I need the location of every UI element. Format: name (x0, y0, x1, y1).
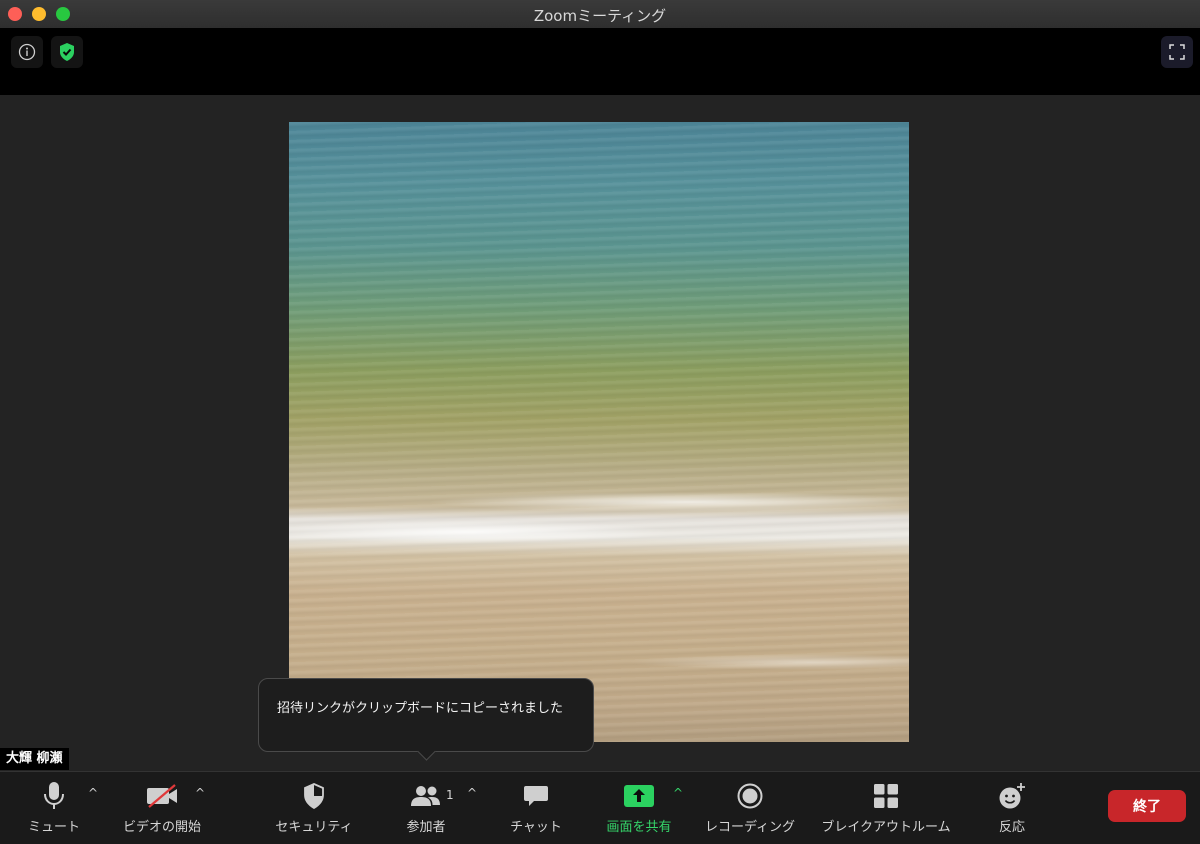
breakout-rooms-button[interactable]: ブレイクアウトルーム (816, 772, 956, 838)
participants-button[interactable]: 参加者 (400, 772, 452, 838)
microphone-icon (44, 782, 64, 809)
mute-label: ミュート (27, 820, 80, 835)
chat-bubble-icon (524, 786, 548, 806)
security-button[interactable]: セキュリティ (272, 772, 356, 838)
reaction-emoji-icon (999, 783, 1025, 809)
chat-button[interactable]: チャット (506, 772, 566, 838)
participants-label: 参加者 (406, 820, 446, 835)
toast-message: 招待リンクがクリップボードにコピーされました (277, 701, 564, 716)
zoom-window: Zoomミーティング 大輝 柳瀬 招待リンクがクリップボードにコピーされました (0, 0, 1200, 844)
share-screen-button[interactable]: 画面を共有 (600, 772, 678, 838)
start-video-button[interactable]: ビデオの開始 (120, 772, 204, 838)
security-shield-icon (304, 783, 324, 809)
title-bar: Zoomミーティング (0, 0, 1200, 29)
video-off-icon (147, 784, 177, 808)
record-icon (737, 783, 763, 809)
share-options-caret[interactable]: ^ (671, 786, 685, 800)
reactions-button[interactable]: 反応 (988, 772, 1036, 838)
reactions-label: 反応 (998, 820, 1025, 835)
window-title: Zoomミーティング (533, 7, 667, 25)
share-screen-icon (624, 785, 654, 807)
end-meeting-button[interactable]: 終了 (1108, 790, 1186, 822)
video-stage: 大輝 柳瀬 (0, 95, 1200, 771)
invite-copied-toast: 招待リンクがクリップボードにコピーされました (258, 678, 594, 761)
meeting-toolbar: ミュート ^ ビデオの開始 ^ セキュリティ 参加者 1 ^ チャット 画面を共… (0, 771, 1200, 844)
security-label: セキュリティ (275, 820, 353, 835)
mute-button[interactable]: ミュート (24, 772, 84, 838)
video-options-caret[interactable]: ^ (193, 786, 207, 800)
participants-icon (411, 786, 440, 806)
participant-name-tag: 大輝 柳瀬 (0, 748, 69, 770)
shield-check-icon (60, 43, 74, 61)
participants-options-caret[interactable]: ^ (465, 786, 479, 800)
info-icon (18, 43, 36, 61)
record-button[interactable]: レコーディング (702, 772, 798, 838)
audio-options-caret[interactable]: ^ (86, 786, 100, 800)
breakout-rooms-label: ブレイクアウトルーム (821, 820, 951, 835)
meeting-top-bar (0, 28, 1200, 95)
start-video-label: ビデオの開始 (122, 820, 201, 835)
participants-count: 1 (446, 788, 454, 802)
chat-label: チャット (510, 820, 562, 835)
breakout-grid-icon (874, 784, 898, 808)
fullscreen-icon (1169, 44, 1185, 60)
encryption-button[interactable] (51, 36, 83, 68)
fullscreen-button[interactable] (1161, 36, 1193, 68)
share-screen-label: 画面を共有 (606, 820, 672, 835)
meeting-info-button[interactable] (11, 36, 43, 68)
shared-video-beach (289, 122, 909, 742)
record-label: レコーディング (704, 820, 796, 835)
